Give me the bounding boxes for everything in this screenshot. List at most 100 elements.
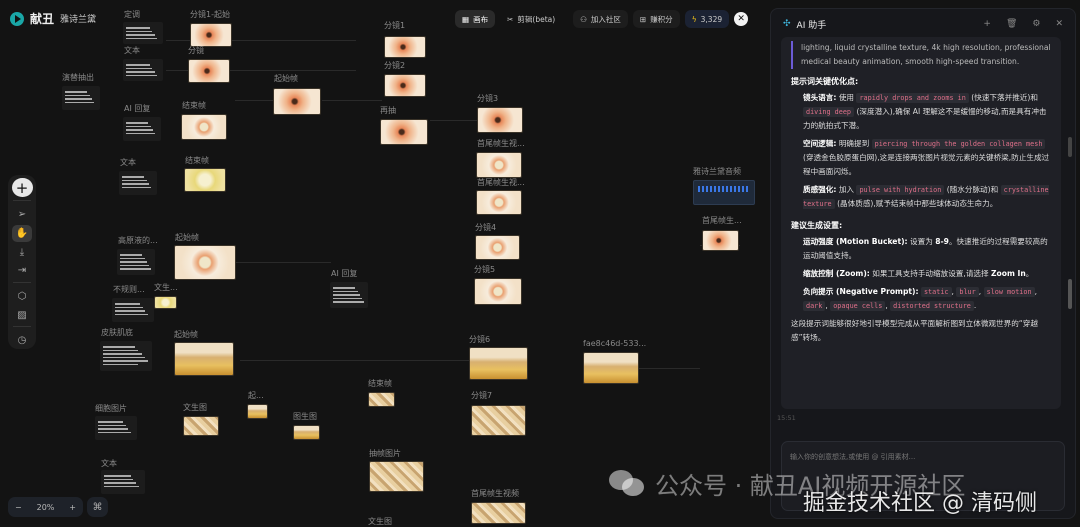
node-label: 分镜4 [475, 223, 497, 232]
close-icon[interactable]: ✕ [734, 12, 749, 26]
earn-credits-button[interactable]: ⊞ 赚积分 [632, 10, 680, 28]
trash-icon[interactable]: 🗑 [1006, 19, 1017, 29]
image-node[interactable] [380, 119, 428, 145]
video-node[interactable] [471, 502, 526, 524]
download-icon[interactable]: ⤓ [12, 244, 32, 261]
text-node[interactable] [101, 470, 145, 494]
video-node[interactable] [702, 230, 739, 251]
list-item: 运动强度 (Motion Bucket): 设置为 8-9。快速推近的过程需要较… [803, 237, 1048, 260]
node-label: 抽帧图片 [369, 449, 401, 458]
connection-line [322, 100, 382, 101]
wechat-logo-icon [609, 470, 644, 496]
section-heading: 建议生成设置: [791, 221, 843, 230]
zoom-in-button[interactable]: + [69, 503, 76, 512]
zoom-level[interactable]: 20% [37, 503, 55, 512]
canvas-toolbar: + ➢ ✋ ⤓ ⇥ ⬡ ▨ ◷ [8, 175, 36, 349]
image-icon[interactable]: ▨ [12, 307, 32, 324]
image-node[interactable] [474, 278, 522, 305]
image-node[interactable] [184, 168, 226, 192]
plus-icon[interactable]: + [983, 19, 991, 29]
node-label: 再抽 [380, 106, 396, 115]
image-node[interactable] [190, 23, 232, 47]
text-node[interactable] [100, 341, 152, 371]
image-node[interactable] [183, 416, 219, 436]
node-label: 首尾帧生视... [477, 178, 525, 187]
scrollbar-thumb[interactable] [1068, 279, 1072, 309]
node-label: 不规则... [113, 285, 145, 294]
node-label: 雅诗兰黛音频 [693, 167, 741, 176]
brand-name: 献丑 [30, 12, 55, 26]
image-node[interactable] [181, 114, 227, 140]
node-label: 起始帧 [274, 74, 298, 83]
image-node[interactable] [188, 59, 230, 83]
image-node[interactable] [471, 405, 526, 436]
text-node[interactable] [123, 117, 161, 141]
zoom-control: − 20% + [8, 497, 83, 517]
arrow-to-end-icon[interactable]: ⇥ [12, 262, 32, 279]
history-clock-icon[interactable]: ◷ [12, 332, 32, 349]
list-item: 缩放控制 (Zoom): 如果工具支持手动缩放设置,请选择 Zoom In。 [803, 269, 1034, 278]
node-label: 分镜3 [477, 94, 499, 103]
grid-icon: ▦ [462, 14, 470, 24]
node-label: 分镜7 [471, 391, 493, 400]
assistant-message: lighting, liquid crystalline texture, 4k… [781, 37, 1061, 409]
prompt-quote: lighting, liquid crystalline texture, 4k… [791, 41, 1051, 69]
image-node[interactable] [174, 245, 236, 280]
image-node[interactable] [384, 36, 426, 58]
node-label: AI 回复 [124, 104, 151, 113]
video-node[interactable] [476, 190, 522, 215]
text-node[interactable] [95, 416, 137, 440]
node-label: 文生图 [368, 517, 392, 526]
image-node[interactable] [384, 74, 426, 97]
select-pointer-icon[interactable]: ➢ [12, 206, 32, 223]
shortcuts-button[interactable]: ⌘ [87, 497, 108, 517]
image-node[interactable] [583, 352, 639, 384]
scissors-icon: ✂ [507, 14, 514, 24]
text-node[interactable] [330, 282, 368, 308]
project-name[interactable]: 雅诗兰黛 [60, 12, 96, 25]
image-node[interactable] [154, 296, 177, 309]
image-node[interactable] [475, 235, 520, 260]
text-node[interactable] [123, 59, 163, 81]
connection-line [236, 262, 331, 263]
node-label: 起... [248, 391, 264, 400]
node-label: 分镜1-起始 [190, 10, 230, 19]
node-label: 分镜6 [469, 335, 491, 344]
image-node[interactable] [293, 425, 320, 440]
play-logo-icon [10, 11, 24, 26]
list-item: 质感强化: 加入 pulse with hydration (随水分脉动)和 c… [803, 185, 1049, 209]
image-node[interactable] [469, 347, 528, 380]
gear-icon[interactable]: ⚙ [1032, 19, 1040, 29]
video-node[interactable] [476, 152, 522, 178]
tab-canvas[interactable]: ▦ 画布 [455, 10, 496, 28]
sparkle-icon: ✣ [783, 19, 791, 29]
hand-pan-icon[interactable]: ✋ [12, 225, 32, 242]
image-node[interactable] [477, 107, 523, 133]
image-node[interactable] [174, 342, 234, 376]
lightning-icon: ϟ [691, 14, 697, 24]
scrollbar[interactable] [1068, 137, 1072, 157]
close-icon[interactable]: ✕ [1055, 19, 1063, 29]
cube-icon[interactable]: ⬡ [12, 288, 32, 305]
text-node[interactable] [117, 249, 155, 275]
node-label: 图生图 [293, 412, 317, 421]
image-node[interactable] [369, 461, 424, 492]
credits-badge[interactable]: ϟ 3,329 [684, 10, 730, 28]
image-node[interactable] [247, 404, 268, 419]
add-node-button[interactable]: + [11, 178, 33, 198]
text-node[interactable] [62, 86, 100, 110]
audio-node[interactable] [693, 180, 755, 205]
tab-edit[interactable]: ✂ 剪辑(beta) [500, 10, 562, 28]
text-node[interactable] [112, 298, 154, 322]
section-heading: 提示词关键优化点: [791, 77, 859, 86]
image-node[interactable] [273, 88, 321, 115]
node-label: 皮肤肌底 [101, 328, 133, 337]
join-community-button[interactable]: ⚇ 加入社区 [573, 10, 628, 28]
text-node[interactable] [119, 171, 157, 195]
text-node[interactable] [123, 22, 163, 44]
zoom-out-button[interactable]: − [15, 503, 22, 512]
image-node[interactable] [368, 392, 395, 407]
waveform [698, 186, 750, 192]
node-label: 文本 [124, 46, 140, 55]
node-label: 首尾帧生视频 [471, 489, 519, 498]
